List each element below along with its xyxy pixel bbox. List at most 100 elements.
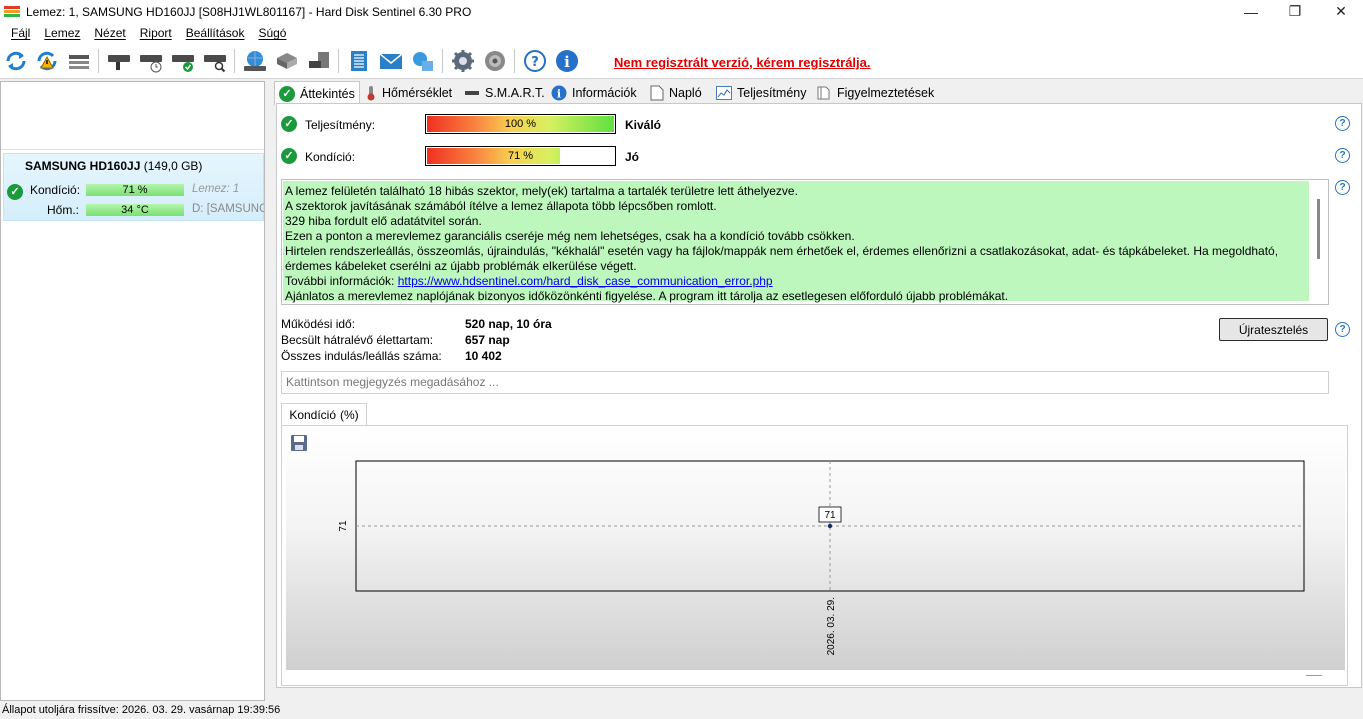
tab-log-label: Napló [669, 86, 702, 100]
disk-condition-label: Kondíció: [30, 183, 81, 197]
startstop-label: Összes indulás/leállás száma: [281, 349, 442, 363]
performance-help-icon[interactable]: ? [1335, 116, 1350, 131]
note-input[interactable]: Kattintson megjegyzés megadásához ... [281, 371, 1329, 394]
log-icon [650, 85, 664, 101]
chart-container: 71 2026. 03. 29. 71 [281, 425, 1348, 686]
overview-panel: ✓ Teljesítmény: 100 % Kiváló ? ✓ Kondíci… [276, 103, 1362, 688]
tab-bar: ✓ Áttekintés Hőmérséklet S.M.A.R.T. i Info… [270, 81, 1363, 105]
disk-list-panel: SAMSUNG HD160JJ (149,0 GB) ✓ Kondíció: 7… [0, 81, 265, 701]
message-scrollbar[interactable] [1309, 181, 1327, 303]
restore-icon[interactable]: ❐ [1272, 0, 1318, 23]
menu-bar: Fájl Lemez Nézet Riport Beállítások Súgó [0, 23, 1363, 43]
info-icon[interactable]: i [554, 48, 580, 74]
health-message-text: A lemez felületén található 18 hibás sze… [283, 181, 1310, 303]
tab-information[interactable]: i Információk [551, 83, 637, 103]
tab-temperature[interactable]: Hőmérséklet [365, 83, 452, 103]
tab-smart-label: S.M.A.R.T. [485, 86, 545, 100]
disk-temp-bar: 34 °C [86, 204, 184, 216]
status-bar: Állapot utoljára frissítve: 2026. 03. 29… [0, 701, 1363, 716]
disk-card[interactable]: SAMSUNG HD160JJ (149,0 GB) ✓ Kondíció: 7… [3, 153, 264, 221]
disk-ok-icon[interactable] [170, 48, 196, 74]
performance-icon [716, 86, 732, 100]
window-title: Lemez: 1, SAMSUNG HD160JJ [S08HJ1WL80116… [26, 4, 472, 19]
health-ok-icon: ✓ [281, 148, 297, 164]
tab-performance-label: Teljesítmény [737, 86, 807, 100]
info-icon: i [551, 85, 567, 101]
retest-help-icon[interactable]: ? [1335, 322, 1350, 337]
health-message-box: A lemez felületén található 18 hibás sze… [281, 179, 1329, 305]
close-icon[interactable]: ✕ [1318, 0, 1363, 23]
performance-label: Teljesítmény: [305, 118, 376, 132]
message-help-icon[interactable]: ? [1335, 180, 1350, 195]
health-help-icon[interactable]: ? [1335, 148, 1350, 163]
disk-icon[interactable] [106, 48, 132, 74]
tab-alerts-label: Figyelmeztetések [837, 86, 935, 100]
disk-name-line: SAMSUNG HD160JJ (149,0 GB) [25, 159, 202, 173]
tab-temperature-label: Hőmérséklet [382, 86, 453, 100]
disk-list-header [1, 82, 264, 150]
power-on-value: 520 nap, 10 óra [465, 317, 552, 331]
data-point [827, 523, 833, 529]
lifetime-value: 657 nap [465, 333, 510, 347]
more-info-line: További információk: https://www.hdsenti… [285, 274, 1308, 289]
startstop-value: 10 402 [465, 349, 502, 363]
disk-index: Lemez: 1 [192, 183, 240, 195]
disk-temp-label: Hőm.: [47, 203, 80, 217]
chart-area: 71 2026. 03. 29. 71 [286, 430, 1345, 670]
retest-button[interactable]: Újratesztelés [1219, 318, 1328, 341]
data-label: 71 [824, 510, 836, 521]
menu-file[interactable]: Fájl [4, 26, 37, 40]
svg-text:i: i [564, 53, 570, 71]
network-disk-icon[interactable] [274, 48, 300, 74]
more-info-label: További információk: [285, 274, 395, 288]
registration-notice-link[interactable]: Nem regisztrált verzió, kérem regisztrál… [614, 55, 871, 70]
disk-drive-letter: D: [SAMSUNG [192, 203, 264, 215]
more-info-link[interactable]: https://www.hdsentinel.com/hard_disk_cas… [398, 274, 773, 288]
performance-ok-icon: ✓ [281, 116, 297, 132]
disk-list-icon[interactable] [66, 48, 92, 74]
chart-tab-label: Kondíció [289, 408, 337, 422]
disk-schedule-icon[interactable] [138, 48, 164, 74]
disk-search-icon[interactable] [202, 48, 228, 74]
message-line: A lemez felületén található 18 hibás sze… [285, 184, 798, 198]
report-icon[interactable] [346, 48, 372, 74]
performance-bar: 100 % [425, 114, 616, 134]
message-line: A szektorok javításának számából ítélve … [285, 199, 717, 213]
disk-condition-bar: 71 % [86, 184, 184, 196]
thermometer-icon [367, 86, 375, 101]
tab-overview-label: Áttekintés [300, 86, 355, 101]
server-disk-icon[interactable] [306, 48, 332, 74]
disk-status-ok-icon: ✓ [7, 184, 23, 200]
refresh-warning-icon[interactable] [34, 48, 60, 74]
disk-size: (149,0 GB) [143, 159, 203, 173]
menu-report[interactable]: Riport [133, 26, 179, 40]
y-tick-label: 71 [338, 520, 349, 532]
menu-help[interactable]: Súgó [251, 26, 293, 40]
chart-resize-handle[interactable] [1306, 675, 1322, 676]
send-report-icon[interactable] [410, 48, 436, 74]
globe-icon[interactable] [242, 48, 268, 74]
menu-settings[interactable]: Beállítások [179, 26, 252, 40]
settings-icon[interactable] [450, 48, 476, 74]
toolbar: ? i Nem regisztrált verzió, kérem regisz… [0, 43, 1363, 79]
tab-overview[interactable]: ✓ Áttekintés [274, 81, 360, 105]
sound-icon[interactable] [482, 48, 508, 74]
condition-chart: 71 2026. 03. 29. 71 [338, 460, 1305, 655]
tab-smart[interactable]: S.M.A.R.T. [464, 83, 545, 103]
refresh-icon[interactable] [3, 48, 29, 74]
message-line: 329 hiba fordult elő adatátvitel során. [285, 214, 482, 228]
health-rating: Jó [625, 150, 640, 164]
message-line: Ajánlatos a merevlemez naplójának bizony… [285, 289, 1009, 303]
minimize-icon[interactable]: — [1228, 0, 1274, 23]
chart-tab-condition[interactable]: Kondíció (%) [281, 403, 367, 426]
email-icon[interactable] [378, 48, 404, 74]
tab-log[interactable]: Napló [650, 83, 702, 103]
tab-information-label: Információk [572, 86, 637, 100]
help-icon[interactable]: ? [522, 48, 548, 74]
health-bar: 71 % [425, 146, 616, 166]
tab-alerts[interactable]: Figyelmeztetések [816, 83, 934, 103]
tab-performance[interactable]: Teljesítmény [716, 83, 806, 103]
menu-disk[interactable]: Lemez [37, 26, 87, 40]
svg-text:i: i [557, 88, 561, 101]
menu-view[interactable]: Nézet [87, 26, 132, 40]
